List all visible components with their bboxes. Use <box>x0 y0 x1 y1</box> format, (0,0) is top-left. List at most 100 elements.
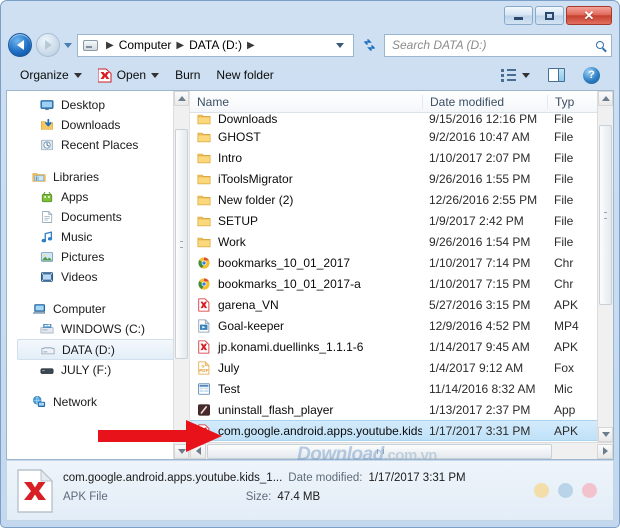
organize-button[interactable]: Organize <box>12 65 90 85</box>
file-name: com.google.android.apps.youtube.kids_... <box>218 423 422 438</box>
file-name: Test <box>218 381 241 396</box>
table-row[interactable]: Intro 1/10/2017 2:07 PM File <box>190 147 613 168</box>
sidebar-item-documents[interactable]: Documents <box>7 207 189 227</box>
table-row[interactable]: uninstall_flash_player 1/13/2017 2:37 PM A… <box>190 399 613 420</box>
sidebar-scroll-thumb[interactable] <box>175 129 188 359</box>
sidebar-item-label: Network <box>53 395 98 409</box>
file-name: July <box>218 360 240 375</box>
excel-icon <box>198 382 210 395</box>
sidebar-item-downloads[interactable]: Downloads <box>7 115 189 135</box>
file-name-cell: bookmarks_10_01_2017-a <box>190 277 422 291</box>
sidebar-item-apps[interactable]: Apps <box>7 187 189 207</box>
file-name-cell: Intro <box>190 151 422 165</box>
column-header-date[interactable]: Date modified <box>422 94 547 109</box>
data-drive-icon <box>41 346 55 354</box>
column-header-name-label: Name <box>197 94 230 109</box>
sidebar-item-label: Downloads <box>61 118 121 132</box>
table-row[interactable]: PDF G July 1/4/2017 9:12 AM Fox <box>190 357 613 378</box>
sidebar-item-computer[interactable]: Computer <box>7 299 189 319</box>
filelist-scroll-down-button[interactable] <box>598 427 613 442</box>
search-input[interactable]: Search DATA (D:) <box>392 38 596 52</box>
documents-icon <box>42 210 53 223</box>
sidebar-item-label: Documents <box>61 210 122 224</box>
window-controls: ✕ <box>504 6 612 25</box>
table-row[interactable]: Downloads 9/15/2016 12:16 PM File <box>190 113 613 126</box>
filelist-scroll-up-button[interactable] <box>598 91 613 106</box>
forward-button[interactable] <box>36 33 60 57</box>
table-row[interactable]: Test 11/14/2016 8:32 AM Mic <box>190 378 613 399</box>
open-button[interactable]: Open <box>90 65 167 86</box>
back-button[interactable] <box>8 33 32 57</box>
breadcrumb[interactable]: ▶ Computer ▶ DATA (D:) ▶ <box>77 33 354 57</box>
chevron-left-icon <box>195 447 201 455</box>
views-button[interactable] <box>493 65 538 85</box>
close-button[interactable]: ✕ <box>566 6 612 25</box>
toolbar-right-group: ? <box>493 64 608 87</box>
table-row[interactable]: SETUP 1/9/2017 2:42 PM File <box>190 210 613 231</box>
table-row[interactable]: iToolsMigrator 9/26/2016 1:55 PM File <box>190 168 613 189</box>
sidebar-item-desktop[interactable]: Desktop <box>7 95 189 115</box>
filelist-hscroll-thumb[interactable] <box>207 443 552 459</box>
table-row[interactable]: com.google.android.apps.youtube.kids_...… <box>190 420 613 441</box>
file-date-cell: 11/14/2016 8:32 AM <box>429 381 536 396</box>
sidebar-scroll-down-button[interactable] <box>174 444 189 459</box>
sidebar-item-label: Apps <box>61 190 89 204</box>
color-dot-pink <box>582 483 597 498</box>
file-name-cell: iToolsMigrator <box>190 172 422 186</box>
search-box[interactable]: Search DATA (D:) <box>384 33 612 57</box>
sidebar-group-spacer <box>7 287 189 299</box>
file-date-cell: 1/17/2017 3:31 PM <box>429 423 531 438</box>
folder-icon <box>197 153 211 163</box>
computer-icon <box>33 304 46 314</box>
color-dot-yellow <box>534 483 549 498</box>
table-row[interactable]: Goal-keeper 12/9/2016 4:52 PM MP4 <box>190 315 613 336</box>
history-dropdown-icon[interactable] <box>64 42 72 48</box>
sidebar-item-network[interactable]: Network <box>7 392 189 412</box>
svg-text:G: G <box>201 363 204 368</box>
drive-icon <box>83 39 98 51</box>
sidebar-scroll-up-button[interactable] <box>174 91 189 106</box>
filelist-vertical-scrollbar[interactable] <box>597 91 613 442</box>
breadcrumb-item-data[interactable]: DATA (D:) <box>189 38 242 52</box>
table-row[interactable]: jp.konami.duellinks_1.1.1-6 1/14/2017 9:4… <box>190 336 613 357</box>
table-row[interactable]: garena_VN 5/27/2016 3:15 PM APK <box>190 294 613 315</box>
sidebar-item-july-f[interactable]: JULY (F:) <box>7 360 189 380</box>
help-button[interactable]: ? <box>575 64 608 87</box>
sidebar-item-music[interactable]: Music <box>7 227 189 247</box>
filelist-scroll-thumb[interactable] <box>599 125 612 305</box>
sidebar-item-label: JULY (F:) <box>61 363 112 377</box>
breadcrumb-item-computer[interactable]: Computer <box>119 38 172 52</box>
details-line-secondary: APK File Size: 47.4 MB <box>63 491 524 510</box>
table-row[interactable]: GHOST 9/2/2016 10:47 AM File <box>190 126 613 147</box>
sidebar-group-spacer <box>7 155 189 167</box>
file-date-cell: 1/10/2017 7:14 PM <box>429 255 531 270</box>
help-icon: ? <box>583 66 600 84</box>
minimize-button[interactable] <box>504 6 533 25</box>
table-row[interactable]: Work 9/26/2016 1:54 PM File <box>190 231 613 252</box>
filelist-scroll-left-button[interactable] <box>190 443 206 459</box>
refresh-button[interactable] <box>358 34 380 57</box>
preview-pane-button[interactable] <box>540 65 573 85</box>
apk-icon <box>198 423 210 438</box>
table-row[interactable]: New folder (2) 12/26/2016 2:55 PM File <box>190 189 613 210</box>
new-folder-button[interactable]: New folder <box>208 65 281 85</box>
sidebar-item-pictures[interactable]: Pictures <box>7 247 189 267</box>
breadcrumb-dropdown-icon[interactable] <box>336 42 344 48</box>
table-row[interactable]: bookmarks_10_01_2017 1/10/2017 7:14 PM Chr <box>190 252 613 273</box>
open-label: Open <box>116 68 147 82</box>
file-name: Goal-keeper <box>218 318 285 333</box>
sidebar-item-data-d[interactable]: DATA (D:) <box>17 339 185 360</box>
burn-button[interactable]: Burn <box>167 65 208 85</box>
maximize-button[interactable] <box>535 6 564 25</box>
sidebar-item-windows-c[interactable]: WINDOWS (C:) <box>7 319 189 339</box>
sidebar-scrollbar[interactable] <box>173 91 189 459</box>
sidebar-item-libraries[interactable]: Libraries <box>7 167 189 187</box>
file-name-cell: bookmarks_10_01_2017 <box>190 256 422 270</box>
sidebar-item-videos[interactable]: Videos <box>7 267 189 287</box>
filelist-scroll-right-button[interactable] <box>597 443 613 459</box>
column-header-name[interactable]: Name <box>190 95 422 109</box>
table-row[interactable]: bookmarks_10_01_2017-a 1/10/2017 7:15 PM C… <box>190 273 613 294</box>
sidebar-item-recent-places[interactable]: Recent Places <box>7 135 189 155</box>
filelist-horizontal-scrollbar[interactable] <box>190 442 613 459</box>
file-date-cell: 1/10/2017 2:07 PM <box>429 150 531 165</box>
